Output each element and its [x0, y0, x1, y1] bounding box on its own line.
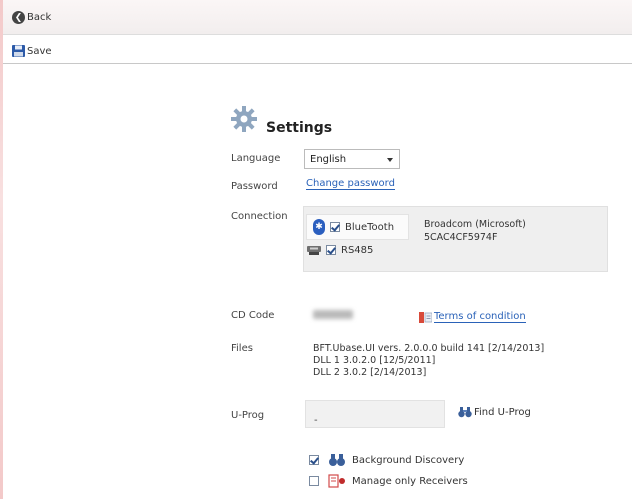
receiver-icon: [328, 474, 345, 488]
adapter-address: 5CAC4CF5974F: [424, 232, 498, 243]
cd-code-value-redacted: [313, 310, 353, 319]
gear-icon: [231, 106, 257, 132]
binoculars-icon: [458, 407, 472, 418]
background-discovery-label: Background Discovery: [352, 454, 465, 466]
rs485-adapter-icon: [307, 246, 321, 255]
manage-only-receivers-label: Manage only Receivers: [352, 475, 468, 487]
find-uprog-button[interactable]: Find U-Prog: [458, 406, 531, 418]
cd-code-label: CD Code: [231, 310, 275, 321]
bluetooth-icon: ✱: [313, 219, 325, 235]
files-label: Files: [231, 343, 253, 354]
action-toolbar: Save: [3, 35, 632, 64]
manage-only-receivers-checkbox[interactable]: [309, 476, 319, 486]
files-list: BFT.Ubase.UI vers. 2.0.0.0 build 141 [2/…: [313, 343, 544, 379]
window-left-edge: [0, 0, 3, 499]
binoculars-icon: [329, 454, 345, 466]
language-label: Language: [231, 153, 281, 164]
terms-of-condition-link[interactable]: Terms of condition: [434, 311, 526, 323]
bluetooth-option[interactable]: ✱ BlueTooth: [306, 214, 409, 240]
bluetooth-label: BlueTooth: [345, 221, 395, 233]
language-select[interactable]: English: [304, 149, 400, 169]
chevron-down-icon: [387, 158, 393, 162]
file-line: DLL 1 3.0.2.0 [12/5/2011]: [313, 355, 436, 366]
find-uprog-label: Find U-Prog: [474, 406, 531, 418]
back-arrow-icon: ❮: [12, 11, 25, 24]
document-icon: [419, 312, 432, 323]
page-title: Settings: [266, 120, 333, 136]
uprog-value: -: [314, 415, 318, 426]
adapter-name: Broadcom (Microsoft): [424, 219, 526, 230]
rs485-checkbox[interactable]: [326, 245, 336, 255]
save-label: Save: [27, 45, 52, 57]
background-discovery-checkbox[interactable]: [309, 455, 319, 465]
background-discovery-option[interactable]: Background Discovery: [309, 453, 464, 467]
manage-only-receivers-option[interactable]: Manage only Receivers: [309, 474, 468, 488]
file-line: DLL 2 3.0.2 [2/14/2013]: [313, 367, 427, 378]
rs485-option[interactable]: RS485: [306, 243, 373, 257]
change-password-link[interactable]: Change password: [306, 178, 395, 190]
connection-label: Connection: [231, 211, 288, 222]
settings-heading: Settings: [230, 106, 333, 136]
password-label: Password: [231, 181, 278, 192]
bluetooth-checkbox[interactable]: [330, 222, 340, 232]
floppy-disk-icon: [12, 45, 25, 57]
navigation-toolbar: ❮ Back: [3, 0, 632, 35]
adapter-info: Broadcom (Microsoft) 5CAC4CF5974F: [424, 218, 526, 244]
uprog-field[interactable]: -: [305, 400, 445, 428]
save-button[interactable]: Save: [12, 45, 52, 57]
uprog-label: U-Prog: [231, 410, 265, 421]
rs485-label: RS485: [341, 244, 374, 256]
back-button[interactable]: ❮ Back: [12, 11, 51, 24]
file-line: BFT.Ubase.UI vers. 2.0.0.0 build 141 [2/…: [313, 343, 545, 354]
back-label: Back: [27, 12, 52, 23]
language-selected-value: English: [310, 154, 347, 165]
